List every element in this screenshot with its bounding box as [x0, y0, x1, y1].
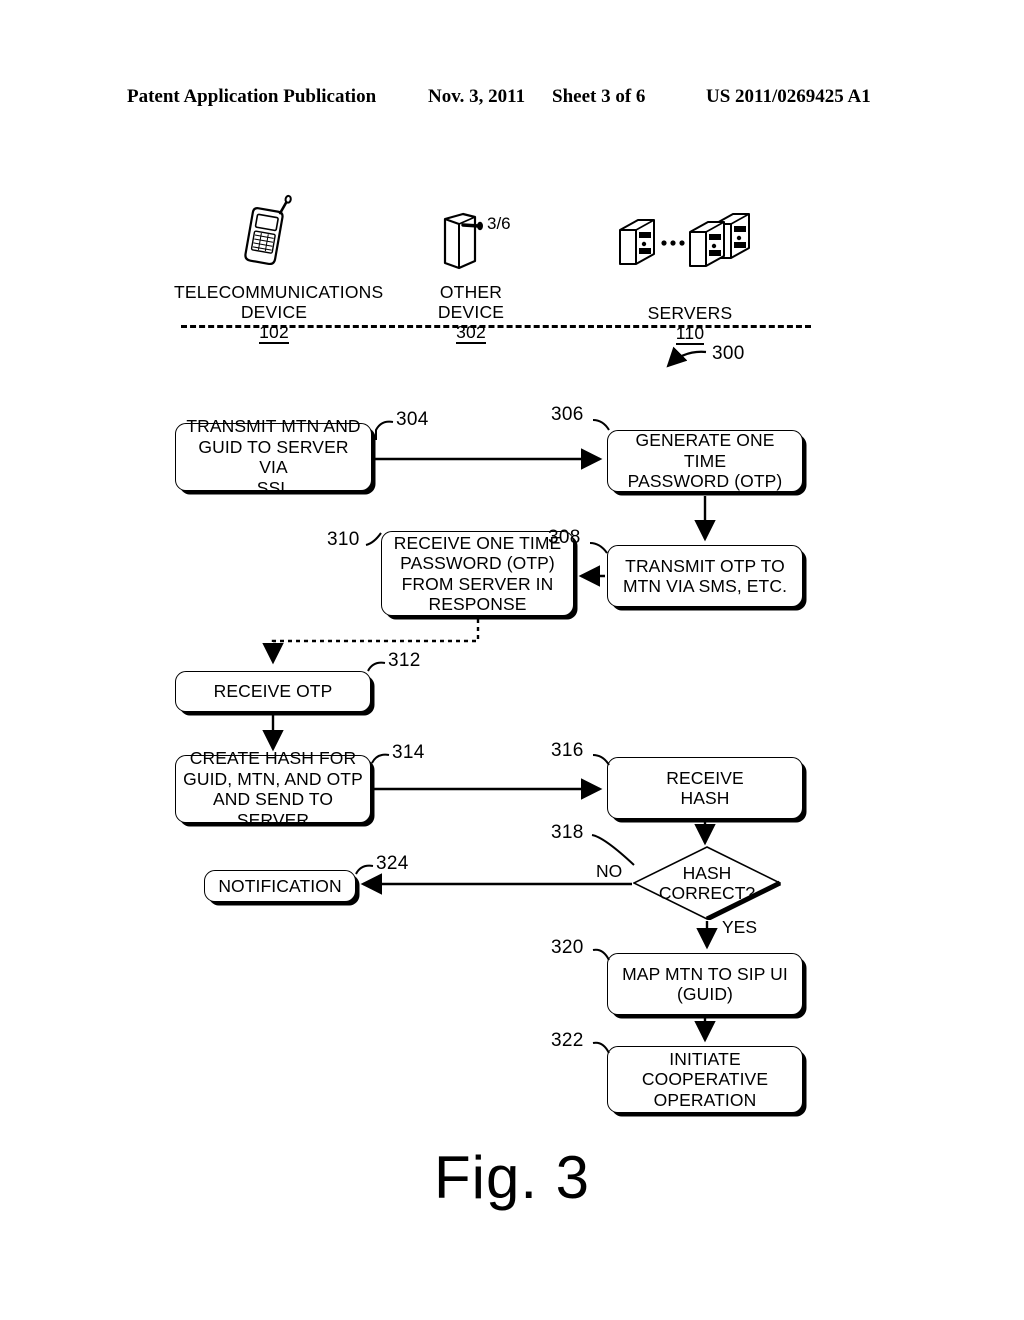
lane-divider [181, 325, 811, 328]
process-node-316[interactable]: RECEIVE HASH [607, 757, 803, 819]
lane-title-other-device: OTHER DEVICE [437, 282, 505, 322]
process-node-308[interactable]: TRANSMIT OTP TO MTN VIA SMS, ETC. [607, 545, 803, 607]
decision-node-318-label-wrap: HASH CORRECT? [633, 846, 781, 920]
patent-number: US 2011/0269425 A1 [706, 86, 871, 107]
ref-numeral-306: 306 [551, 404, 584, 425]
decision-node-318[interactable]: HASH CORRECT? [633, 846, 781, 920]
process-node-304[interactable]: TRANSMIT MTN AND GUID TO SERVER VIA SSL [175, 416, 372, 498]
ellipsis-dot [679, 240, 685, 246]
ref-leader-lines [355, 419, 635, 1054]
process-node-316-label: RECEIVE HASH [666, 767, 744, 809]
process-node-310-label: RECEIVE ONE TIME PASSWORD (OTP) FROM SER… [393, 532, 562, 615]
ref-numeral-322: 322 [551, 1030, 584, 1051]
process-node-314-label: CREATE HASH FOR GUID, MTN, AND OTP AND S… [183, 748, 363, 830]
process-node-320[interactable]: MAP MTN TO SIP UI (GUID) [607, 953, 803, 1015]
branch-label-no: NO [596, 861, 623, 881]
ref-numeral-320: 320 [551, 937, 584, 958]
process-node-306-label: GENERATE ONE TIME PASSWORD (OTP) [627, 430, 783, 492]
process-node-322[interactable]: INITIATE COOPERATIVE OPERATION [607, 1046, 803, 1113]
ref-numeral-312: 312 [388, 650, 421, 671]
connector-310-312-dashed [262, 619, 480, 665]
lane-title-servers: SERVERS [647, 303, 733, 323]
sheet-number: Sheet 3 of 6 [552, 86, 646, 107]
ellipsis-dot [661, 240, 667, 246]
ref-numeral-310: 310 [327, 529, 360, 550]
publication-title: Patent Application Publication [127, 86, 377, 107]
branch-label-yes: YES [722, 917, 758, 937]
ref-numeral-318: 318 [551, 822, 584, 843]
process-node-304-label: TRANSMIT MTN AND GUID TO SERVER VIA SSL [186, 416, 361, 498]
ref-numeral-304: 304 [396, 409, 429, 430]
ellipsis-dot [670, 240, 676, 246]
ref-numeral-300: 300 [712, 343, 745, 364]
lane-label-telecommunications-device: TELECOMMUNICATIONS DEVICE 102 [174, 262, 383, 364]
page-header: Patent Application Publication Nov. 3, 2… [0, 86, 1024, 116]
decision-node-318-label: HASH CORRECT? [658, 863, 756, 903]
figure-caption: Fig. 3 [433, 1144, 591, 1211]
lane-label-other-device: OTHER DEVICE 302 [419, 262, 523, 364]
process-node-312-label: RECEIVE OTP [213, 681, 333, 702]
process-node-324-label: NOTIFICATION [218, 875, 342, 896]
process-node-308-label: TRANSMIT OTP TO MTN VIA SMS, ETC. [622, 555, 788, 597]
process-node-306[interactable]: GENERATE ONE TIME PASSWORD (OTP) [607, 430, 803, 492]
ref-numeral-324: 324 [376, 853, 409, 874]
mobile-phone-icon [244, 194, 292, 266]
process-node-312[interactable]: RECEIVE OTP [175, 671, 371, 712]
ref-numeral-308: 308 [548, 527, 581, 548]
process-node-322-label: INITIATE COOPERATIVE OPERATION [641, 1048, 769, 1110]
servers-icon [619, 213, 750, 267]
ref-numeral-316: 316 [551, 740, 584, 761]
process-node-320-label: MAP MTN TO SIP UI (GUID) [622, 963, 788, 1005]
sheet-marker-label: 3/6 [487, 214, 511, 233]
lane-title-telecommunications-device: TELECOMMUNICATIONS DEVICE [174, 282, 384, 322]
process-node-314[interactable]: CREATE HASH FOR GUID, MTN, AND OTP AND S… [175, 748, 371, 830]
process-node-324[interactable]: NOTIFICATION [204, 870, 356, 902]
tablet-device-icon [443, 212, 483, 270]
diagram-overlay [244, 194, 750, 1054]
process-node-310[interactable]: RECEIVE ONE TIME PASSWORD (OTP) FROM SER… [381, 531, 574, 616]
ref-numeral-314: 314 [392, 742, 425, 763]
publication-date: Nov. 3, 2011 [428, 86, 526, 107]
